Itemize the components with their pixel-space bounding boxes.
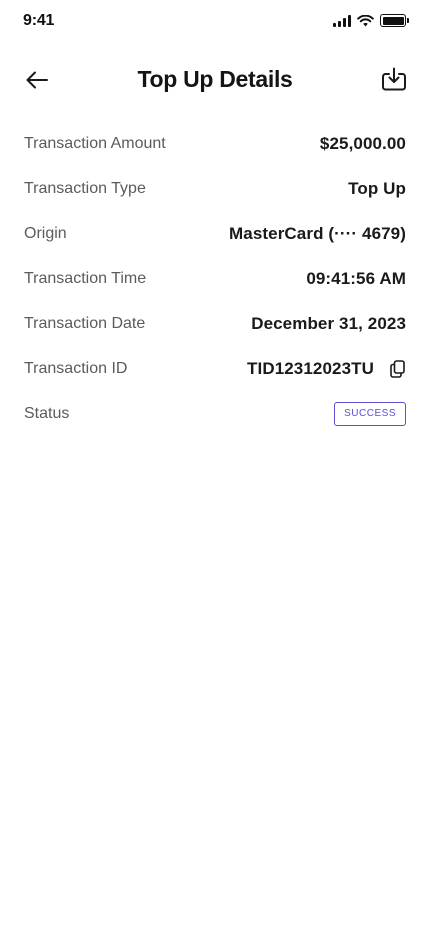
- header: Top Up Details: [0, 56, 430, 104]
- status-icons: [333, 14, 409, 27]
- status-bar: 9:41: [0, 0, 430, 44]
- detail-row-date: Transaction Date December 31, 2023: [24, 301, 406, 346]
- download-icon: [382, 67, 406, 91]
- cellular-signal-icon: [333, 14, 351, 27]
- detail-value-origin: MasterCard (···· 4679): [229, 223, 406, 243]
- detail-row-amount: Transaction Amount $25,000.00: [24, 121, 406, 166]
- detail-label: Transaction Amount: [24, 134, 166, 152]
- page-title: Top Up Details: [137, 66, 293, 92]
- detail-label: Origin: [24, 224, 67, 242]
- detail-value-type: Top Up: [348, 178, 406, 198]
- copy-icon: [389, 359, 405, 378]
- transaction-id-wrap: TID12312023TU: [247, 359, 406, 379]
- detail-label: Transaction ID: [24, 359, 128, 377]
- top-up-details-screen: 9:41 Top Up Details Transaction Amount $…: [0, 0, 430, 932]
- detail-value-time: 09:41:56 AM: [306, 268, 406, 288]
- detail-row-status: Status SUCCESS: [24, 391, 406, 436]
- detail-row-type: Transaction Type Top Up: [24, 166, 406, 211]
- status-time: 9:41: [23, 12, 55, 29]
- detail-label: Status: [24, 404, 70, 422]
- detail-row-time: Transaction Time 09:41:56 AM: [24, 256, 406, 301]
- detail-label: Transaction Date: [24, 314, 146, 332]
- copy-button[interactable]: [388, 359, 406, 379]
- detail-value-date: December 31, 2023: [251, 313, 406, 333]
- detail-value-transaction-id: TID12312023TU: [247, 358, 374, 378]
- detail-row-transaction-id: Transaction ID TID12312023TU: [24, 346, 406, 391]
- download-button[interactable]: [378, 62, 410, 96]
- transaction-details: Transaction Amount $25,000.00 Transactio…: [24, 121, 406, 436]
- detail-row-origin: Origin MasterCard (···· 4679): [24, 211, 406, 256]
- detail-label: Transaction Type: [24, 179, 146, 197]
- wifi-icon: [357, 14, 374, 26]
- battery-icon: [380, 14, 409, 27]
- detail-label: Transaction Time: [24, 269, 147, 287]
- status-badge: SUCCESS: [334, 401, 406, 426]
- detail-value-amount: $25,000.00: [319, 133, 406, 153]
